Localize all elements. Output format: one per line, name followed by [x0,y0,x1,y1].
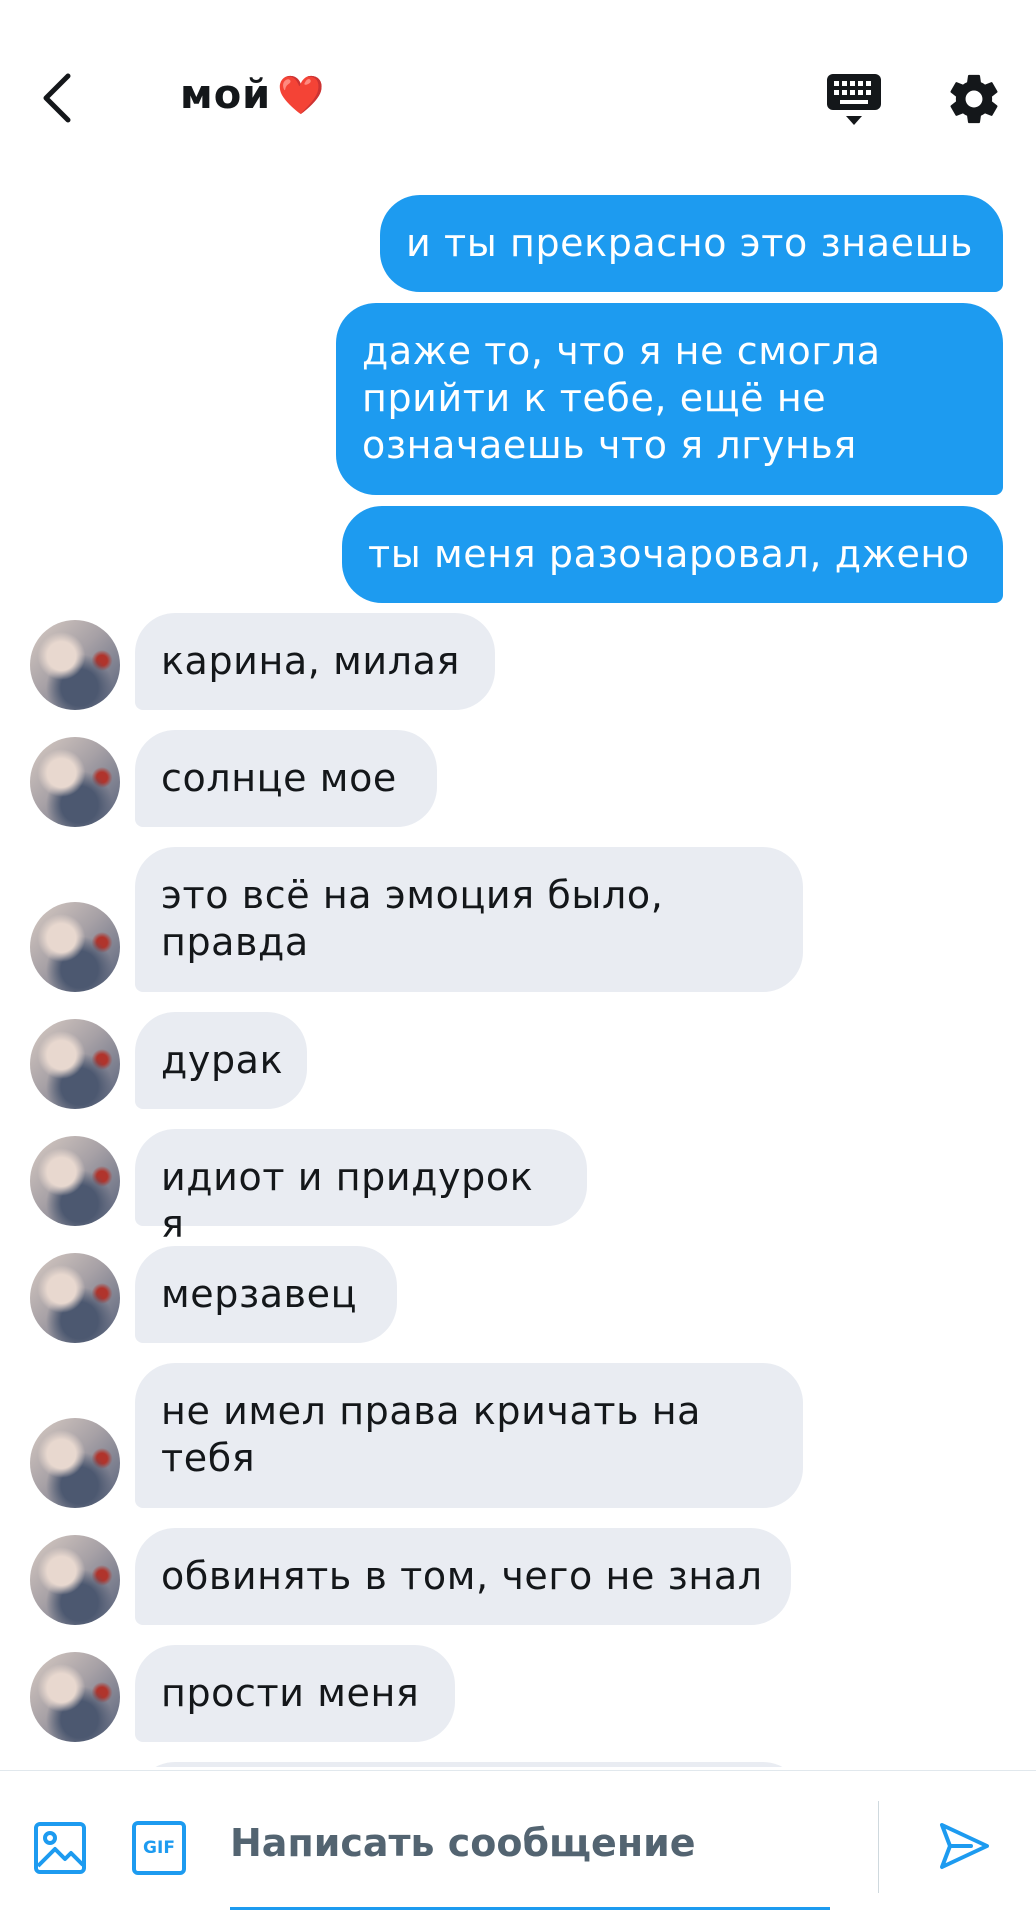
keyboard-icon[interactable] [826,70,882,128]
incoming-message[interactable]: это всё на эмоция было, правда [135,847,803,992]
message-list[interactable]: и ты прекрасно это знаешь даже то, что я… [0,190,1036,1767]
avatar[interactable] [30,1253,120,1343]
incoming-message-partial[interactable] [135,1762,803,1767]
gif-label: GIF [143,1838,175,1858]
incoming-message[interactable]: мерзавец [135,1246,397,1343]
incoming-message[interactable]: идиот и придурок я [135,1129,587,1246]
avatar[interactable] [30,1019,120,1109]
send-icon[interactable] [937,1819,991,1873]
message-input[interactable] [230,1793,830,1893]
incoming-message[interactable]: солнце мое [135,730,437,827]
avatar[interactable] [30,737,120,827]
conversation-title[interactable]: мой ❤️ [180,72,326,118]
gear-icon[interactable] [945,70,1003,128]
image-icon[interactable] [33,1821,87,1875]
incoming-message[interactable]: прости меня [135,1645,455,1742]
avatar[interactable] [30,902,120,992]
composer-divider [878,1801,879,1893]
avatar[interactable] [30,1652,120,1742]
heart-emoji: ❤️ [277,73,326,117]
outgoing-message[interactable]: даже то, что я не смогла прийти к тебе, … [336,303,1003,495]
input-underline [230,1907,830,1910]
incoming-message[interactable]: обвинять в том, чего не знал [135,1528,791,1625]
avatar[interactable] [30,1418,120,1508]
message-composer: GIF [0,1770,1036,1921]
outgoing-message[interactable]: ты меня разочаровал, джено [342,506,1003,603]
avatar[interactable] [30,620,120,710]
back-arrow-icon[interactable] [30,68,90,128]
avatar[interactable] [30,1136,120,1226]
outgoing-message[interactable]: и ты прекрасно это знаешь [380,195,1003,292]
conversation-header: мой ❤️ [0,0,1036,180]
incoming-message[interactable]: дурак [135,1012,307,1109]
gif-icon[interactable]: GIF [132,1821,186,1875]
incoming-message[interactable]: карина, милая [135,613,495,710]
incoming-message[interactable]: не имел права кричать на тебя [135,1363,803,1508]
avatar[interactable] [30,1535,120,1625]
conversation-name: мой [180,72,272,118]
